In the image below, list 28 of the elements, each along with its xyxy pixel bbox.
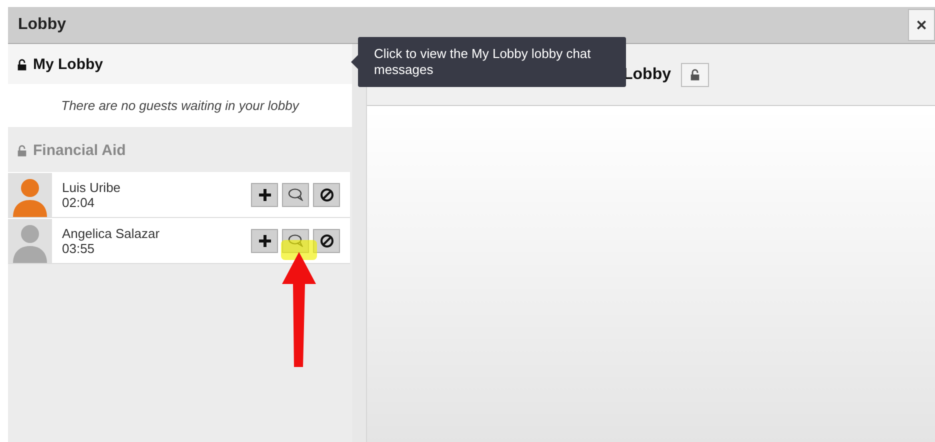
highlight-mark bbox=[281, 240, 317, 260]
lock-icon bbox=[690, 68, 700, 81]
empty-message: There are no guests waiting in your lobby bbox=[8, 84, 352, 127]
chat-bubble-icon bbox=[288, 188, 304, 201]
lobby-name: Financial Aid bbox=[33, 142, 126, 158]
plus-icon bbox=[258, 188, 270, 200]
lobby-name: My Lobby bbox=[33, 56, 103, 72]
chat-button[interactable] bbox=[282, 228, 309, 252]
plus-icon bbox=[258, 234, 270, 246]
tooltip: Click to view the My Lobby lobby chat messages bbox=[358, 37, 626, 87]
block-button[interactable] bbox=[313, 182, 340, 206]
chat-button[interactable] bbox=[282, 182, 309, 206]
block-icon bbox=[320, 188, 334, 202]
guest-row[interactable]: Luis Uribe 02:04 bbox=[8, 172, 350, 218]
lobby-header[interactable]: My Lobby bbox=[8, 44, 352, 84]
block-icon bbox=[320, 234, 334, 248]
chat-bubble-icon bbox=[288, 234, 304, 247]
window-title: Lobby bbox=[17, 16, 66, 34]
block-button[interactable] bbox=[313, 228, 340, 252]
lock-button[interactable] bbox=[681, 62, 709, 86]
close-button[interactable]: × bbox=[908, 9, 935, 41]
guest-name: Luis Uribe bbox=[62, 180, 122, 194]
wait-time: 02:04 bbox=[62, 194, 96, 210]
wait-time: 03:55 bbox=[62, 240, 95, 256]
guest-row[interactable]: Angelica Salazar 03:55 bbox=[8, 218, 350, 264]
guest-name: Angelica Salazar bbox=[62, 226, 161, 240]
add-button[interactable] bbox=[251, 182, 278, 206]
add-button[interactable] bbox=[251, 228, 278, 252]
